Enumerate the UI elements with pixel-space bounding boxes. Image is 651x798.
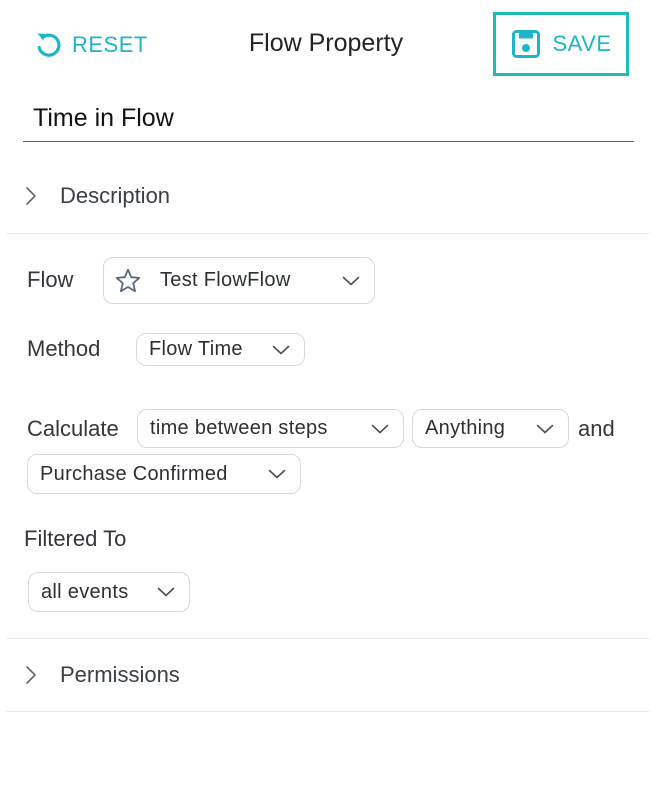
chevron-down-icon (272, 345, 290, 354)
calculate-mode-value: time between steps (150, 417, 328, 439)
reset-button[interactable]: RESET (32, 26, 148, 64)
flow-property-panel: RESET Flow Property SAVE Description Flo… (0, 0, 651, 798)
chevron-down-icon (157, 587, 175, 597)
chevron-down-icon (342, 276, 360, 285)
chevron-down-icon (536, 424, 554, 433)
star-outline-icon (115, 268, 141, 292)
method-select[interactable]: Flow Time (136, 333, 305, 366)
filtered-to-label: Filtered To (24, 526, 127, 551)
filter-select-value: all events (41, 580, 129, 603)
divider (6, 711, 649, 712)
description-section-toggle[interactable]: Description (6, 160, 649, 232)
calculate-mode-select[interactable]: time between steps (137, 409, 404, 448)
page-title: Flow Property (248, 29, 404, 57)
reset-arrow-icon (37, 33, 61, 57)
from-step-select[interactable]: Anything (412, 409, 569, 448)
method-label: Method (27, 336, 101, 361)
panel-header: RESET Flow Property SAVE (0, 0, 651, 90)
to-step-select[interactable]: Purchase Confirmed (27, 454, 301, 494)
from-step-value: Anything (425, 417, 506, 439)
chevron-right-icon (26, 666, 36, 684)
flow-select-value: Test FlowFlow (160, 269, 291, 291)
save-label: SAVE (552, 31, 612, 56)
conjunction-label: and (578, 416, 615, 441)
divider (6, 233, 649, 234)
chevron-down-icon (371, 424, 389, 433)
permissions-section-label: Permissions (60, 662, 180, 687)
filter-select[interactable]: all events (28, 572, 190, 612)
description-section-label: Description (60, 183, 171, 208)
permissions-section-toggle[interactable]: Permissions (6, 639, 649, 711)
save-button[interactable]: SAVE (493, 12, 629, 76)
method-select-value: Flow Time (149, 338, 243, 360)
flow-select[interactable]: Test FlowFlow (103, 257, 375, 304)
reset-label: RESET (72, 32, 148, 57)
property-name-input[interactable] (23, 96, 634, 142)
calculate-label: Calculate (27, 416, 119, 441)
chevron-down-icon (268, 469, 286, 479)
floppy-disk-icon (512, 30, 541, 58)
to-step-value: Purchase Confirmed (40, 462, 228, 485)
flow-label: Flow (27, 267, 74, 292)
chevron-right-icon (26, 187, 36, 205)
